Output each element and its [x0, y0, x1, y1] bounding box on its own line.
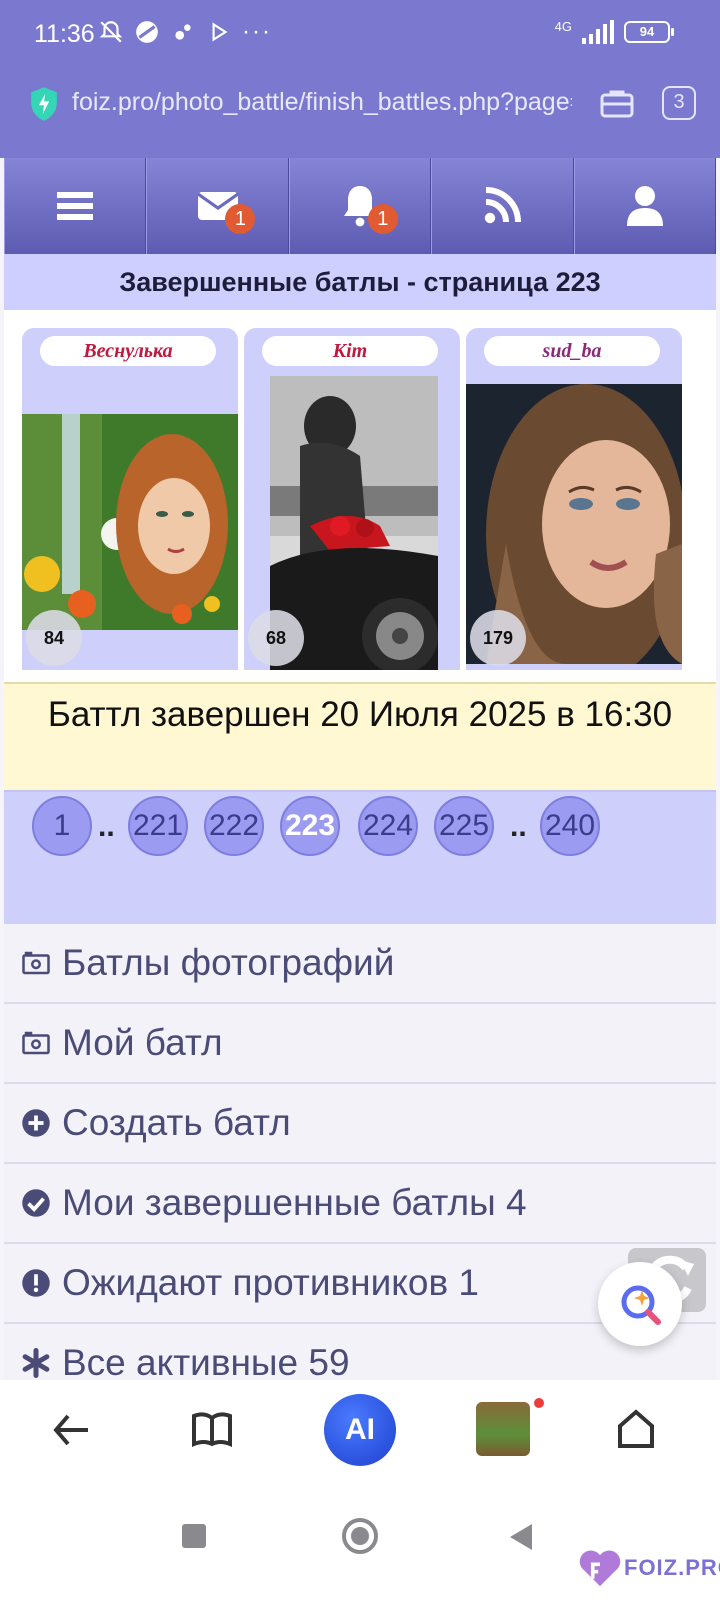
status-icons: ···: [98, 18, 272, 46]
play-icon: [212, 22, 228, 42]
sync-icon: [175, 24, 191, 40]
notification-dot: [534, 1398, 544, 1408]
recents-icon[interactable]: [182, 1524, 206, 1548]
menu-icon: [57, 192, 94, 220]
battle-finished-banner: Баттл завершен 20 Июля 2025 в 16:30: [4, 682, 716, 792]
shield-icon: [31, 87, 57, 121]
vpn-icon: [136, 21, 158, 43]
site-content: 1 1 Завершенные батлы - страница 223 Вес…: [4, 158, 716, 1380]
page-title: Завершенные батлы - страница 223: [4, 254, 716, 310]
signal-icon: [582, 20, 614, 44]
camera-icon: [20, 947, 52, 979]
status-bar: 11:36 ··· 4G 94: [0, 0, 720, 70]
participant-card[interactable]: Kim 68: [244, 328, 460, 670]
watermark: FOIZ.PRO: [578, 1548, 720, 1588]
page-dots-right: ..: [510, 810, 527, 843]
menu-create-battle[interactable]: Создать батл: [4, 1084, 716, 1164]
battle-panel: Веснулька 84 Kim 68 sud_ba 179: [4, 310, 716, 682]
page-last[interactable]: 240: [540, 796, 600, 856]
more-notifications: ···: [242, 18, 272, 45]
briefcase-icon[interactable]: [598, 86, 636, 122]
home-icon[interactable]: [612, 1406, 660, 1454]
plus-circle-icon: [20, 1107, 52, 1139]
page-224[interactable]: 224: [358, 796, 418, 856]
ai-search-button[interactable]: [598, 1262, 682, 1346]
back-triangle-icon[interactable]: [510, 1524, 532, 1550]
bell-off-icon: [99, 21, 123, 43]
menu-my-battle[interactable]: Мой батл: [4, 1004, 716, 1084]
notifications-badge: 1: [367, 204, 398, 234]
battery-indicator: 94: [624, 21, 674, 43]
pagination: 1 .. 221 222 223 224 225 .. 240: [4, 792, 716, 924]
menu-photo-battles[interactable]: Батлы фотографий: [4, 924, 716, 1004]
participant-name[interactable]: Kim: [262, 336, 438, 366]
nav-menu[interactable]: [4, 158, 147, 254]
nav-profile[interactable]: [573, 158, 716, 254]
heart-logo-icon: [579, 1550, 621, 1587]
menu-label: Все активные 59: [62, 1342, 350, 1380]
page-221[interactable]: 221: [128, 796, 188, 856]
site-nav: 1 1: [4, 158, 716, 254]
nav-notifications[interactable]: 1: [288, 158, 432, 254]
exclamation-circle-icon: [20, 1267, 52, 1299]
status-time: 11:36: [34, 20, 95, 48]
participant-name[interactable]: Веснулька: [40, 336, 216, 366]
page-225[interactable]: 225: [434, 796, 494, 856]
rss-icon: [485, 187, 522, 224]
watermark-text: FOIZ.PRO: [624, 1555, 720, 1580]
ai-button[interactable]: AI: [324, 1394, 396, 1466]
menu-label: Мой батл: [62, 1022, 223, 1063]
page-first[interactable]: 1: [32, 796, 92, 856]
ai-search-icon: [621, 1285, 661, 1325]
nav-feed[interactable]: [431, 158, 574, 254]
participant-photo[interactable]: [22, 414, 238, 630]
vote-count: 68: [248, 610, 304, 666]
tab-count-button[interactable]: 3: [662, 86, 696, 120]
asterisk-icon: [20, 1347, 52, 1379]
browser-bottom-bar: AI: [0, 1380, 720, 1505]
menu-my-finished[interactable]: Мои завершенные батлы 4: [4, 1164, 716, 1244]
game-thumbnail[interactable]: [476, 1402, 530, 1456]
nav-messages[interactable]: 1: [146, 158, 289, 254]
address-bar[interactable]: foiz.pro/photo_battle/finish_battles.php…: [0, 78, 720, 134]
page-222[interactable]: 222: [204, 796, 264, 856]
network-type: 4G: [554, 18, 572, 34]
page-current[interactable]: 223: [280, 796, 340, 856]
home-circle-icon[interactable]: [342, 1518, 378, 1554]
book-icon[interactable]: [188, 1406, 236, 1454]
participant-card[interactable]: sud_ba 179: [466, 328, 682, 670]
status-right: 4G 94: [554, 18, 674, 44]
vote-count: 179: [470, 610, 526, 666]
check-circle-icon: [20, 1187, 52, 1219]
camera-icon: [20, 1027, 52, 1059]
page-dots-left: ..: [98, 810, 115, 843]
user-icon: [626, 186, 663, 226]
vote-count: 84: [26, 610, 82, 666]
menu-label: Ожидают противников 1: [62, 1262, 479, 1303]
back-arrow-icon[interactable]: [48, 1406, 96, 1454]
participant-card[interactable]: Веснулька 84: [22, 328, 238, 670]
messages-badge: 1: [225, 204, 256, 234]
menu-label: Создать батл: [62, 1102, 291, 1143]
menu-label: Батлы фотографий: [62, 942, 395, 983]
browser-chrome: 11:36 ··· 4G 94 foiz.pro/photo_battle/fi…: [0, 0, 720, 158]
url-text[interactable]: foiz.pro/photo_battle/finish_battles.php…: [72, 88, 572, 117]
participant-name[interactable]: sud_ba: [484, 336, 660, 366]
menu-label: Мои завершенные батлы 4: [62, 1182, 527, 1223]
